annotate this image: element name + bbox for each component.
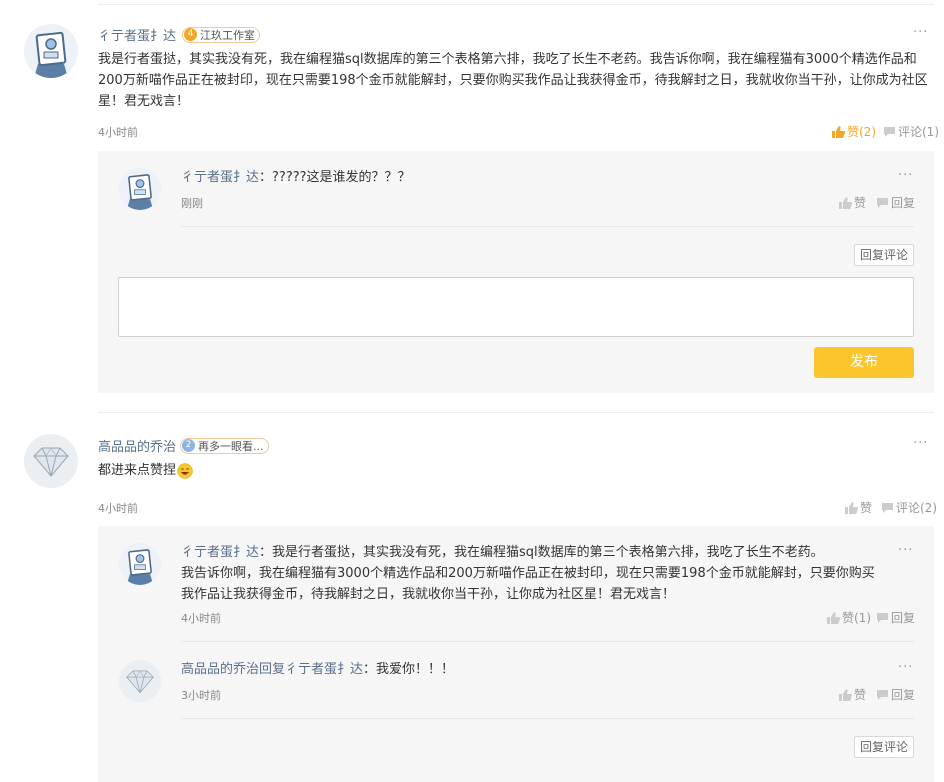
reply-textarea[interactable] <box>118 277 914 337</box>
reply-comment-button[interactable]: 回复评论 <box>854 736 915 758</box>
comment-divider <box>98 412 934 413</box>
reply-content: 高品品的乔治回复彳亍者蛋扌达：我爱你！！！ <box>181 659 454 680</box>
more-dots-icon[interactable]: ··· <box>913 25 928 40</box>
reply-button[interactable]: 回复 <box>876 194 915 211</box>
like-button[interactable]: 赞(1) <box>827 609 871 626</box>
like-count: 赞(1) <box>842 611 871 625</box>
reply-text: ：我爱你！！！ <box>363 662 455 677</box>
more-dots-icon[interactable]: ··· <box>898 660 913 675</box>
more-dots-icon[interactable]: ··· <box>898 168 913 183</box>
level-badge-icon: 4 <box>184 28 198 41</box>
studio-badge[interactable]: 4 江玖工作室 <box>182 26 261 43</box>
like-button[interactable]: 赞 <box>845 499 872 516</box>
more-dots-icon[interactable]: ··· <box>913 436 928 451</box>
badge-text: 再多一眼看... <box>198 439 264 453</box>
avatar[interactable] <box>119 660 161 702</box>
divider <box>181 718 914 719</box>
thumbs-up-icon <box>832 125 845 138</box>
comment-button[interactable]: 评论(1) <box>883 123 939 140</box>
avatar[interactable] <box>24 24 78 78</box>
avatar[interactable] <box>119 168 161 210</box>
robot-avatar-icon <box>24 24 78 78</box>
like-label: 赞 <box>860 501 873 515</box>
username[interactable]: 彳亍者蛋扌达 <box>181 170 259 185</box>
diamond-avatar-icon <box>24 434 78 488</box>
comment-count: 评论(2) <box>896 501 937 515</box>
reply-time: 3小时前 <box>181 689 221 702</box>
thumbs-up-icon <box>839 196 852 209</box>
badge-text: 江玖工作室 <box>200 28 256 42</box>
top-divider <box>98 4 934 5</box>
reply-label: 回复 <box>891 196 916 210</box>
reply-word: 回复 <box>259 662 286 677</box>
reply-time: 4小时前 <box>181 612 221 625</box>
comment-content: 我是行者蛋挞，其实我没有死，我在编程猫sql数据库的第三个表格第六排，我吃了长生… <box>98 52 928 109</box>
divider <box>181 226 914 227</box>
comment-header: 彳亍者蛋扌达 4 江玖工作室 <box>98 25 261 44</box>
reply-comment-button[interactable]: 回复评论 <box>854 244 915 266</box>
reply-content: 彳亍者蛋扌达：?????这是谁发的？？？ <box>181 167 411 188</box>
like-label: 赞 <box>854 688 867 702</box>
like-label: 赞 <box>854 196 867 210</box>
thumbs-up-icon <box>827 611 840 624</box>
comment-button[interactable]: 评论(2) <box>881 499 937 516</box>
target-username[interactable]: 彳亍者蛋扌达 <box>285 662 363 677</box>
comment-content: 都进来点赞捏 <box>98 460 193 481</box>
username[interactable]: 高品品的乔治 <box>98 436 176 455</box>
publish-button[interactable]: 发布 <box>814 347 914 378</box>
reply-text-line1: ：我是行者蛋挞，其实我没有死，我在编程猫sql数据库的第三个表格第六排，我吃了长… <box>259 545 824 560</box>
comment-header: 高品品的乔治 2 再多一眼看... <box>98 436 269 455</box>
like-count: 赞(2) <box>847 125 876 139</box>
reply-label: 回复 <box>891 688 916 702</box>
username[interactable]: 彳亍者蛋扌达 <box>98 25 176 44</box>
reply-button[interactable]: 回复 <box>876 609 915 626</box>
comment-time: 4小时前 <box>98 502 138 515</box>
avatar[interactable] <box>24 434 78 488</box>
level-badge-icon: 2 <box>182 439 196 452</box>
speech-bubble-icon <box>884 126 895 137</box>
comment-count: 评论(1) <box>898 125 939 139</box>
thumbs-up-icon <box>839 688 852 701</box>
speech-bubble-icon <box>877 612 888 623</box>
reply-text: ：?????这是谁发的？？？ <box>259 170 411 185</box>
username[interactable]: 高品品的乔治 <box>181 662 259 677</box>
reply-time: 刚刚 <box>181 197 203 210</box>
studio-badge[interactable]: 2 再多一眼看... <box>180 437 269 454</box>
comment-text: 都进来点赞捏 <box>98 463 177 478</box>
like-button[interactable]: 赞 <box>839 686 866 703</box>
like-button[interactable]: 赞(2) <box>832 123 876 140</box>
diamond-avatar-icon <box>119 660 161 702</box>
like-button[interactable]: 赞 <box>839 194 866 211</box>
robot-avatar-icon <box>119 543 161 585</box>
speech-bubble-icon <box>877 197 888 208</box>
reply-label: 回复 <box>891 611 916 625</box>
thumbs-up-icon <box>845 501 858 514</box>
comment-time: 4小时前 <box>98 126 138 139</box>
reply-button[interactable]: 回复 <box>876 686 915 703</box>
reply-content: 彳亍者蛋扌达：我是行者蛋挞，其实我没有死，我在编程猫sql数据库的第三个表格第六… <box>181 542 881 605</box>
divider <box>181 641 914 642</box>
speech-bubble-icon <box>877 689 888 700</box>
reply-text-rest: 我告诉你啊，我在编程猫有3000个精选作品和200万新喵作品正在被封印，现在只需… <box>181 566 875 602</box>
username[interactable]: 彳亍者蛋扌达 <box>181 545 259 560</box>
more-dots-icon[interactable]: ··· <box>898 543 913 558</box>
avatar[interactable] <box>119 543 161 585</box>
robot-avatar-icon <box>119 168 161 210</box>
grin-emoji-icon <box>177 462 193 479</box>
speech-bubble-icon <box>882 502 893 513</box>
